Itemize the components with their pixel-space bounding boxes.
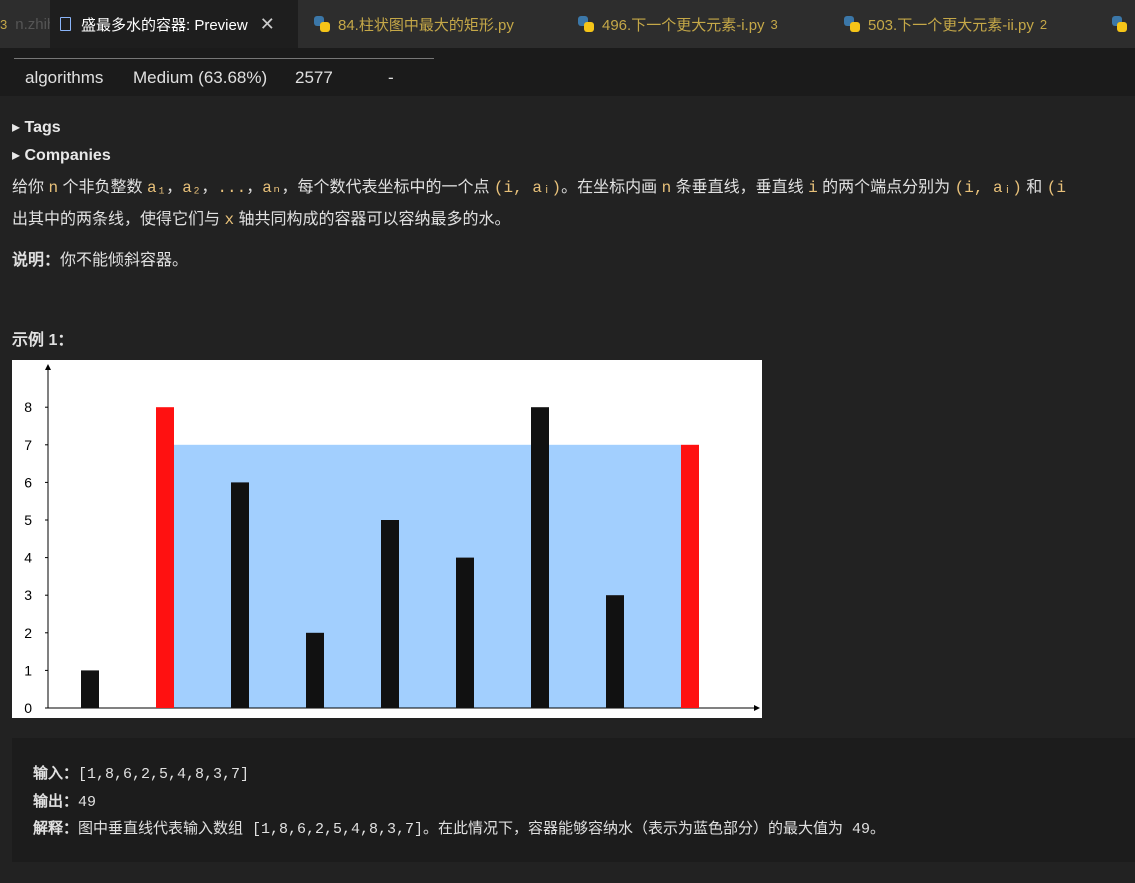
tab-zhihu[interactable]: 3 n.zhih — [0, 0, 55, 48]
editor-tab-bar: 3 n.zhih 盛最多水的容器: Preview ✕ 84.柱状图中最大的矩形… — [0, 0, 1135, 48]
text: ， — [166, 179, 183, 196]
y-tick-label: 1 — [24, 662, 32, 678]
code: (i — [1046, 179, 1066, 197]
divider — [14, 58, 434, 59]
python-icon — [844, 16, 860, 32]
output-label: 输出： — [33, 793, 79, 810]
tab-label: 84.柱状图中最大的矩形.py — [338, 16, 514, 34]
code: (i, aᵢ) — [954, 179, 1022, 197]
description-line-1: 给你 n 个非负整数 a₁，a₂，...，aₙ，每个数代表坐标中的一个点 (i,… — [12, 173, 1066, 197]
text: 出其中的两条线，使得它们与 — [12, 211, 225, 228]
highlight-bar — [681, 444, 699, 708]
text: 条垂直线，垂直线 — [671, 179, 809, 196]
code: n — [48, 179, 59, 197]
python-icon — [314, 16, 330, 32]
y-axis-arrow — [45, 364, 51, 370]
preview-icon — [60, 17, 71, 31]
code: a₁ — [146, 179, 167, 197]
explain-text: 图中垂直线代表输入数组 [1,8,6,2,5,4,8,3,7]。在此情况下，容器… — [78, 821, 886, 838]
tab-preview[interactable]: 盛最多水的容器: Preview ✕ — [50, 0, 298, 48]
note-label: 说明： — [12, 252, 61, 269]
tab-label: 496.下一个更大元素-i.py — [602, 16, 765, 34]
python-icon — [578, 16, 594, 32]
tab-file-503[interactable]: 503.下一个更大元素-ii.py 2 — [828, 0, 1100, 48]
tab-file-496[interactable]: 496.下一个更大元素-i.py 3 — [562, 0, 828, 48]
text: 的两个端点分别为 — [817, 179, 955, 196]
y-tick-label: 3 — [24, 587, 32, 603]
y-tick-label: 4 — [24, 550, 32, 566]
code: n — [661, 179, 672, 197]
close-icon[interactable]: ✕ — [260, 14, 275, 35]
code: aₙ — [262, 179, 282, 197]
text: ，每个数代表坐标中的一个点 — [281, 179, 494, 196]
text: ， — [201, 179, 218, 196]
bar — [231, 482, 249, 708]
text: 轴共同构成的容器可以容纳最多的水。 — [234, 211, 511, 228]
example-title: 示例 1： — [12, 332, 74, 349]
input-line: 输入：[1,8,6,2,5,4,8,3,7] — [33, 762, 249, 783]
text: 。在坐标内画 — [561, 179, 662, 196]
category-label: algorithms — [25, 68, 104, 87]
bar — [606, 595, 624, 708]
triangle-right-icon: ▸ — [12, 119, 21, 136]
python-icon — [1112, 16, 1127, 32]
problem-count-badge: 3 — [770, 16, 778, 32]
tab-badge: 3 — [0, 16, 8, 32]
example-chart: 0 1 2 3 4 5 6 7 8 — [12, 360, 762, 718]
output-line: 输出：49 — [33, 790, 96, 811]
tab-label: 503.下一个更大元素-ii.py — [868, 16, 1034, 34]
tags-toggle[interactable]: ▸ Tags — [12, 117, 61, 137]
triangle-right-icon: ▸ — [12, 147, 21, 164]
code: (i, aᵢ) — [493, 179, 562, 197]
y-tick-label: 0 — [24, 700, 32, 716]
text: 和 — [1021, 179, 1047, 196]
difficulty-label: Medium (63.68%) — [133, 68, 268, 87]
likes-count: 2577 — [295, 68, 333, 87]
x-axis-arrow — [754, 705, 760, 711]
water-area — [174, 444, 681, 708]
input-label: 输入： — [33, 765, 79, 782]
chart-svg: 0 1 2 3 4 5 6 7 8 — [24, 364, 760, 716]
bar — [381, 520, 399, 708]
toggle-label: Companies — [24, 147, 111, 164]
highlight-bar — [156, 407, 174, 708]
note-text: 你不能倾斜容器。 — [60, 252, 189, 269]
code: a₂ — [182, 179, 202, 197]
example-output-box: 输入：[1,8,6,2,5,4,8,3,7] 输出：49 解释：图中垂直线代表输… — [12, 738, 1135, 862]
bar — [306, 632, 324, 708]
description-line-2: 出其中的两条线，使得它们与 x 轴共同构成的容器可以容纳最多的水。 — [12, 205, 511, 229]
code: i — [808, 179, 818, 197]
tab-label: 盛最多水的容器: Preview — [81, 16, 248, 34]
explain-line: 解释：图中垂直线代表输入数组 [1,8,6,2,5,4,8,3,7]。在此情况下… — [33, 817, 885, 838]
explain-label: 解释： — [33, 820, 79, 837]
code: ... — [217, 179, 247, 197]
bar — [531, 407, 549, 708]
toggle-label: Tags — [24, 119, 61, 136]
text: 个非负整数 — [58, 179, 147, 196]
note: 说明：你不能倾斜容器。 — [12, 246, 188, 270]
y-tick-label: 5 — [24, 512, 32, 528]
preview-content: ▸ Tags ▸ Companies 给你 n 个非负整数 a₁，a₂，...，… — [0, 96, 1135, 883]
output-value: 49 — [78, 794, 97, 811]
tab-file-84[interactable]: 84.柱状图中最大的矩形.py — [298, 0, 562, 48]
input-value: [1,8,6,2,5,4,8,3,7] — [78, 766, 250, 783]
text: 给你 — [12, 179, 49, 196]
y-tick-label: 7 — [24, 437, 32, 453]
text: ， — [246, 179, 263, 196]
bar — [456, 557, 474, 708]
y-tick-label: 8 — [24, 399, 32, 415]
dislikes-count: - — [388, 68, 394, 87]
code: x — [224, 211, 235, 229]
bar — [81, 670, 99, 708]
y-tick-label: 2 — [24, 625, 32, 641]
tab-overflow[interactable] — [1100, 0, 1135, 48]
problem-count-badge: 2 — [1039, 16, 1048, 32]
companies-toggle[interactable]: ▸ Companies — [12, 145, 111, 165]
y-tick-label: 6 — [24, 474, 32, 490]
problem-meta-bar: algorithms Medium (63.68%) 2577 - — [0, 48, 1135, 96]
